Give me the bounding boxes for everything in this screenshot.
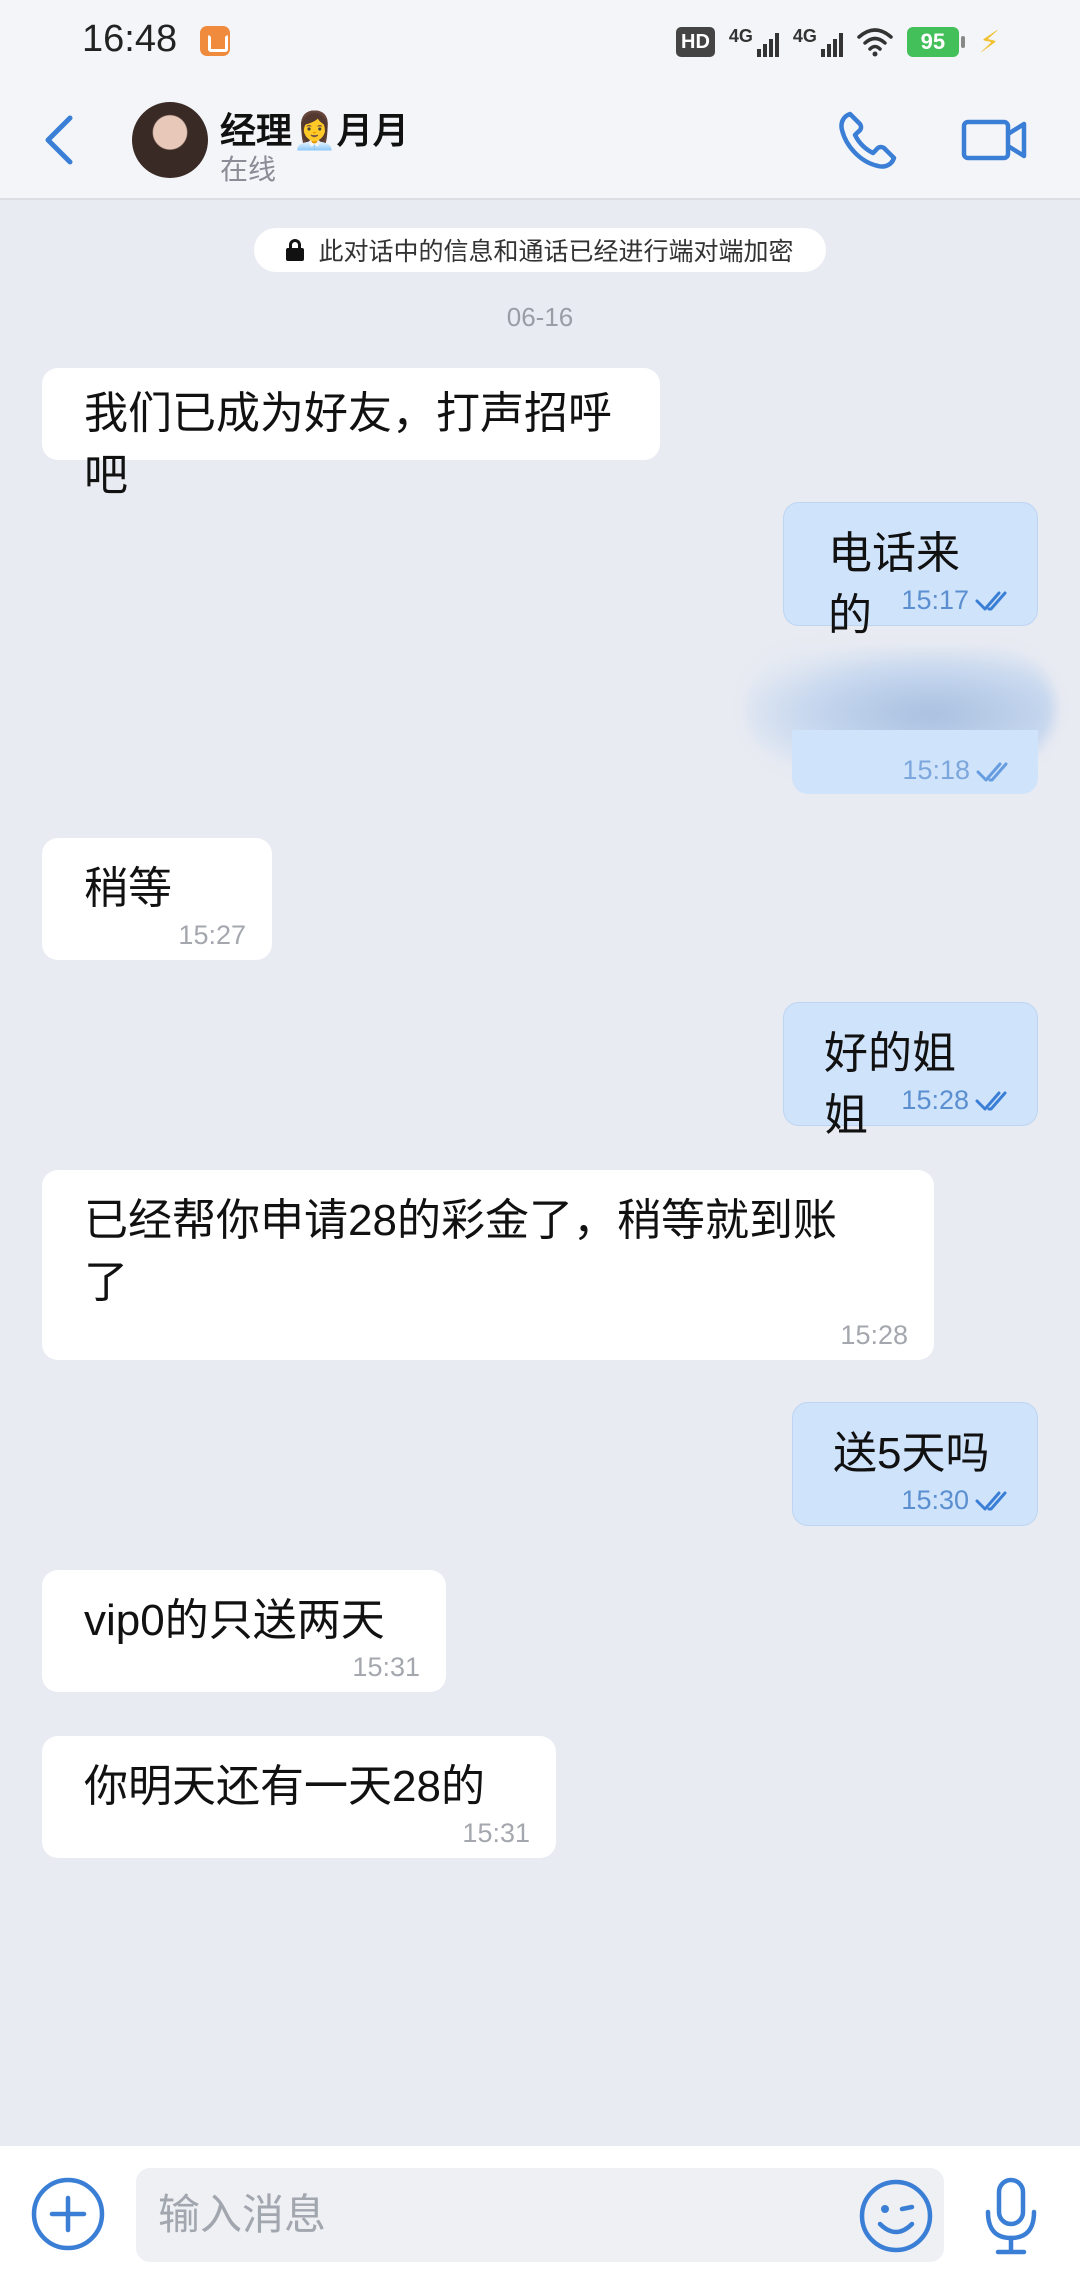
message-bubble-incoming[interactable]: 我们已成为好友，打声招呼吧 <box>42 368 660 500</box>
hd-voice-icon: HD <box>676 27 715 57</box>
message-bubble-incoming[interactable]: 你明天还有一天28的 15:31 <box>42 1736 556 1858</box>
add-attachment-icon[interactable] <box>30 2176 106 2252</box>
cellular-signal-icon: 4G <box>729 26 779 57</box>
message-text: 你明天还有一天28的 <box>84 1762 485 1811</box>
message-time: 15:18 <box>902 755 970 785</box>
message-text: 送5天吗 <box>833 1429 990 1478</box>
battery-icon: 95 <box>906 27 965 57</box>
message-bubble-incoming[interactable]: 稍等 15:27 <box>42 838 272 960</box>
status-indicators: HD 4G 4G 95 ⚡ <box>676 22 1000 62</box>
message-time: 15:31 <box>462 1818 530 1848</box>
video-call-icon[interactable] <box>960 110 1030 170</box>
message-time: 15:28 <box>840 1320 908 1350</box>
double-check-icon <box>975 1491 1007 1511</box>
message-bubble-outgoing[interactable]: 电话来的 15:17 <box>783 502 1038 640</box>
double-check-icon <box>976 762 1008 782</box>
double-check-icon <box>975 1091 1007 1111</box>
message-input-bar <box>0 2146 1080 2288</box>
back-arrow-icon[interactable] <box>36 110 86 170</box>
message-bubble-incoming[interactable]: 已经帮你申请28的彩金了，稍等就到账了 15:28 <box>42 1170 934 1360</box>
cellular-signal-icon: 4G <box>793 26 843 57</box>
message-time: 15:17 <box>901 585 969 615</box>
wifi-icon <box>857 28 893 57</box>
message-time: 15:28 <box>901 1085 969 1115</box>
message-bubble-outgoing[interactable]: 送5天吗 15:30 <box>792 1402 1038 1526</box>
avatar[interactable] <box>132 102 208 178</box>
message-bubble-incoming[interactable]: vip0的只送两天 15:31 <box>42 1570 446 1692</box>
message-text: vip0的只送两天 <box>84 1596 385 1645</box>
message-text: 稍等 <box>84 864 172 913</box>
chat-header: 经理👩‍💼月月 在线 <box>0 80 1080 200</box>
microphone-icon[interactable] <box>976 2174 1046 2258</box>
encryption-notice[interactable]: 此对话中的信息和通话已经进行端对端加密 <box>254 228 826 272</box>
encryption-notice-text: 此对话中的信息和通话已经进行端对端加密 <box>318 238 794 266</box>
message-bubble-outgoing-blurred[interactable]: 15:18 <box>792 730 1038 794</box>
message-time: 15:30 <box>901 1485 969 1515</box>
double-check-icon <box>975 591 1007 611</box>
message-time: 15:31 <box>352 1652 420 1682</box>
contact-name[interactable]: 经理👩‍💼月月 <box>220 102 409 154</box>
status-time: 16:48 <box>82 18 178 60</box>
emoji-icon[interactable] <box>858 2178 934 2254</box>
charging-icon: ⚡ <box>978 25 1000 59</box>
message-text: 已经帮你申请28的彩金了，稍等就到账了 <box>84 1196 837 1307</box>
date-separator: 06-16 <box>506 302 574 332</box>
lock-icon <box>286 239 305 261</box>
message-text: 我们已成为好友，打声招呼吧 <box>84 389 612 500</box>
message-time: 15:27 <box>178 920 246 950</box>
phone-call-icon[interactable] <box>832 106 902 176</box>
message-input[interactable] <box>136 2168 944 2262</box>
home-app-icon <box>200 26 230 56</box>
status-bar: 16:48 HD 4G 4G 95 ⚡ <box>0 0 1080 80</box>
contact-status: 在线 <box>220 154 277 185</box>
message-bubble-outgoing[interactable]: 好的姐姐 15:28 <box>783 1002 1038 1140</box>
